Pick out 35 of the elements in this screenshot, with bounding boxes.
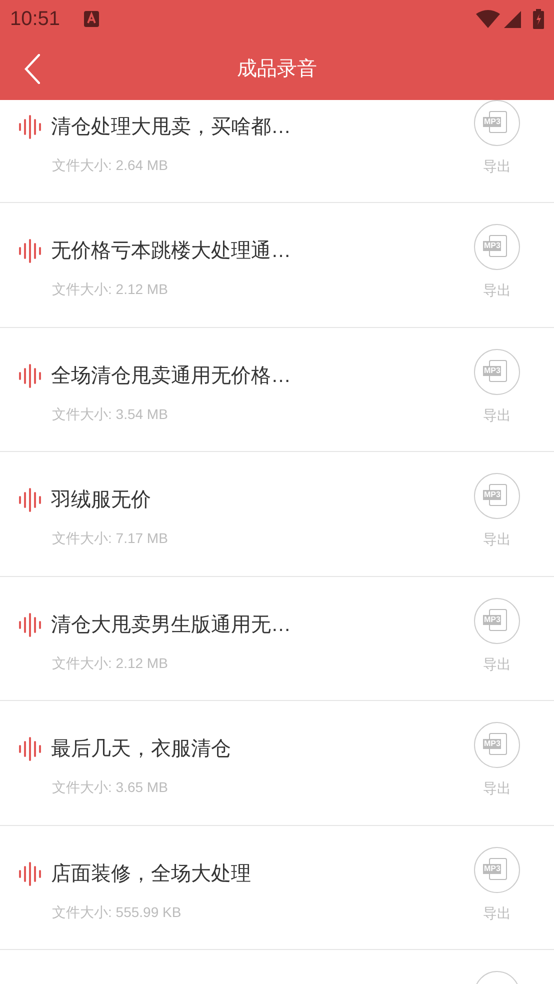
file-size: 文件大小: 2.12 MB — [52, 280, 168, 299]
page-title: 成品录音 — [237, 57, 317, 82]
file-size: 文件大小: 7.17 MB — [52, 529, 168, 548]
recording-title[interactable]: 无价格亏本跳楼大处理通… — [51, 237, 291, 265]
recording-title[interactable]: 羽绒服无价 — [51, 486, 151, 514]
signal-icon — [504, 10, 521, 28]
audio-wave-icon — [18, 114, 44, 138]
recording-title[interactable]: 清仓大甩卖男生版通用无… — [51, 610, 291, 638]
audio-wave-icon — [18, 737, 44, 761]
notification-icon — [84, 11, 100, 27]
file-size: 文件大小: 2.12 MB — [52, 654, 168, 672]
audio-wave-icon — [18, 239, 44, 263]
file-size: 文件大小: 2.64 MB — [52, 156, 168, 174]
audio-wave-icon — [18, 488, 44, 512]
recording-title[interactable]: 最后几天，衣服清仓 — [51, 735, 231, 763]
audio-wave-icon — [18, 862, 44, 886]
audio-wave-icon — [18, 612, 44, 636]
export-label: 导出 — [483, 530, 511, 549]
back-icon — [24, 54, 40, 84]
export-label: 导出 — [483, 156, 511, 176]
status-time: 10:51 — [10, 7, 60, 32]
recording-title[interactable]: 店面装修，全场大处理 — [51, 860, 251, 888]
file-size: 文件大小: 555.99 KB — [52, 902, 182, 922]
export-label: 导出 — [483, 406, 511, 424]
file-size: 文件大小: 3.54 MB — [52, 404, 168, 424]
export-label: 导出 — [483, 779, 511, 798]
recording-title[interactable]: 全场清仓甩卖通用无价格… — [51, 362, 291, 390]
export-label: 导出 — [483, 281, 511, 300]
file-size: 文件大小: 3.65 MB — [52, 778, 168, 797]
battery-icon — [533, 9, 544, 29]
audio-wave-icon — [18, 364, 44, 388]
export-label: 导出 — [483, 904, 511, 922]
recording-title[interactable]: 清仓处理大甩卖，买啥都… — [51, 112, 291, 140]
wifi-icon — [476, 10, 500, 28]
export-label: 导出 — [483, 654, 511, 674]
